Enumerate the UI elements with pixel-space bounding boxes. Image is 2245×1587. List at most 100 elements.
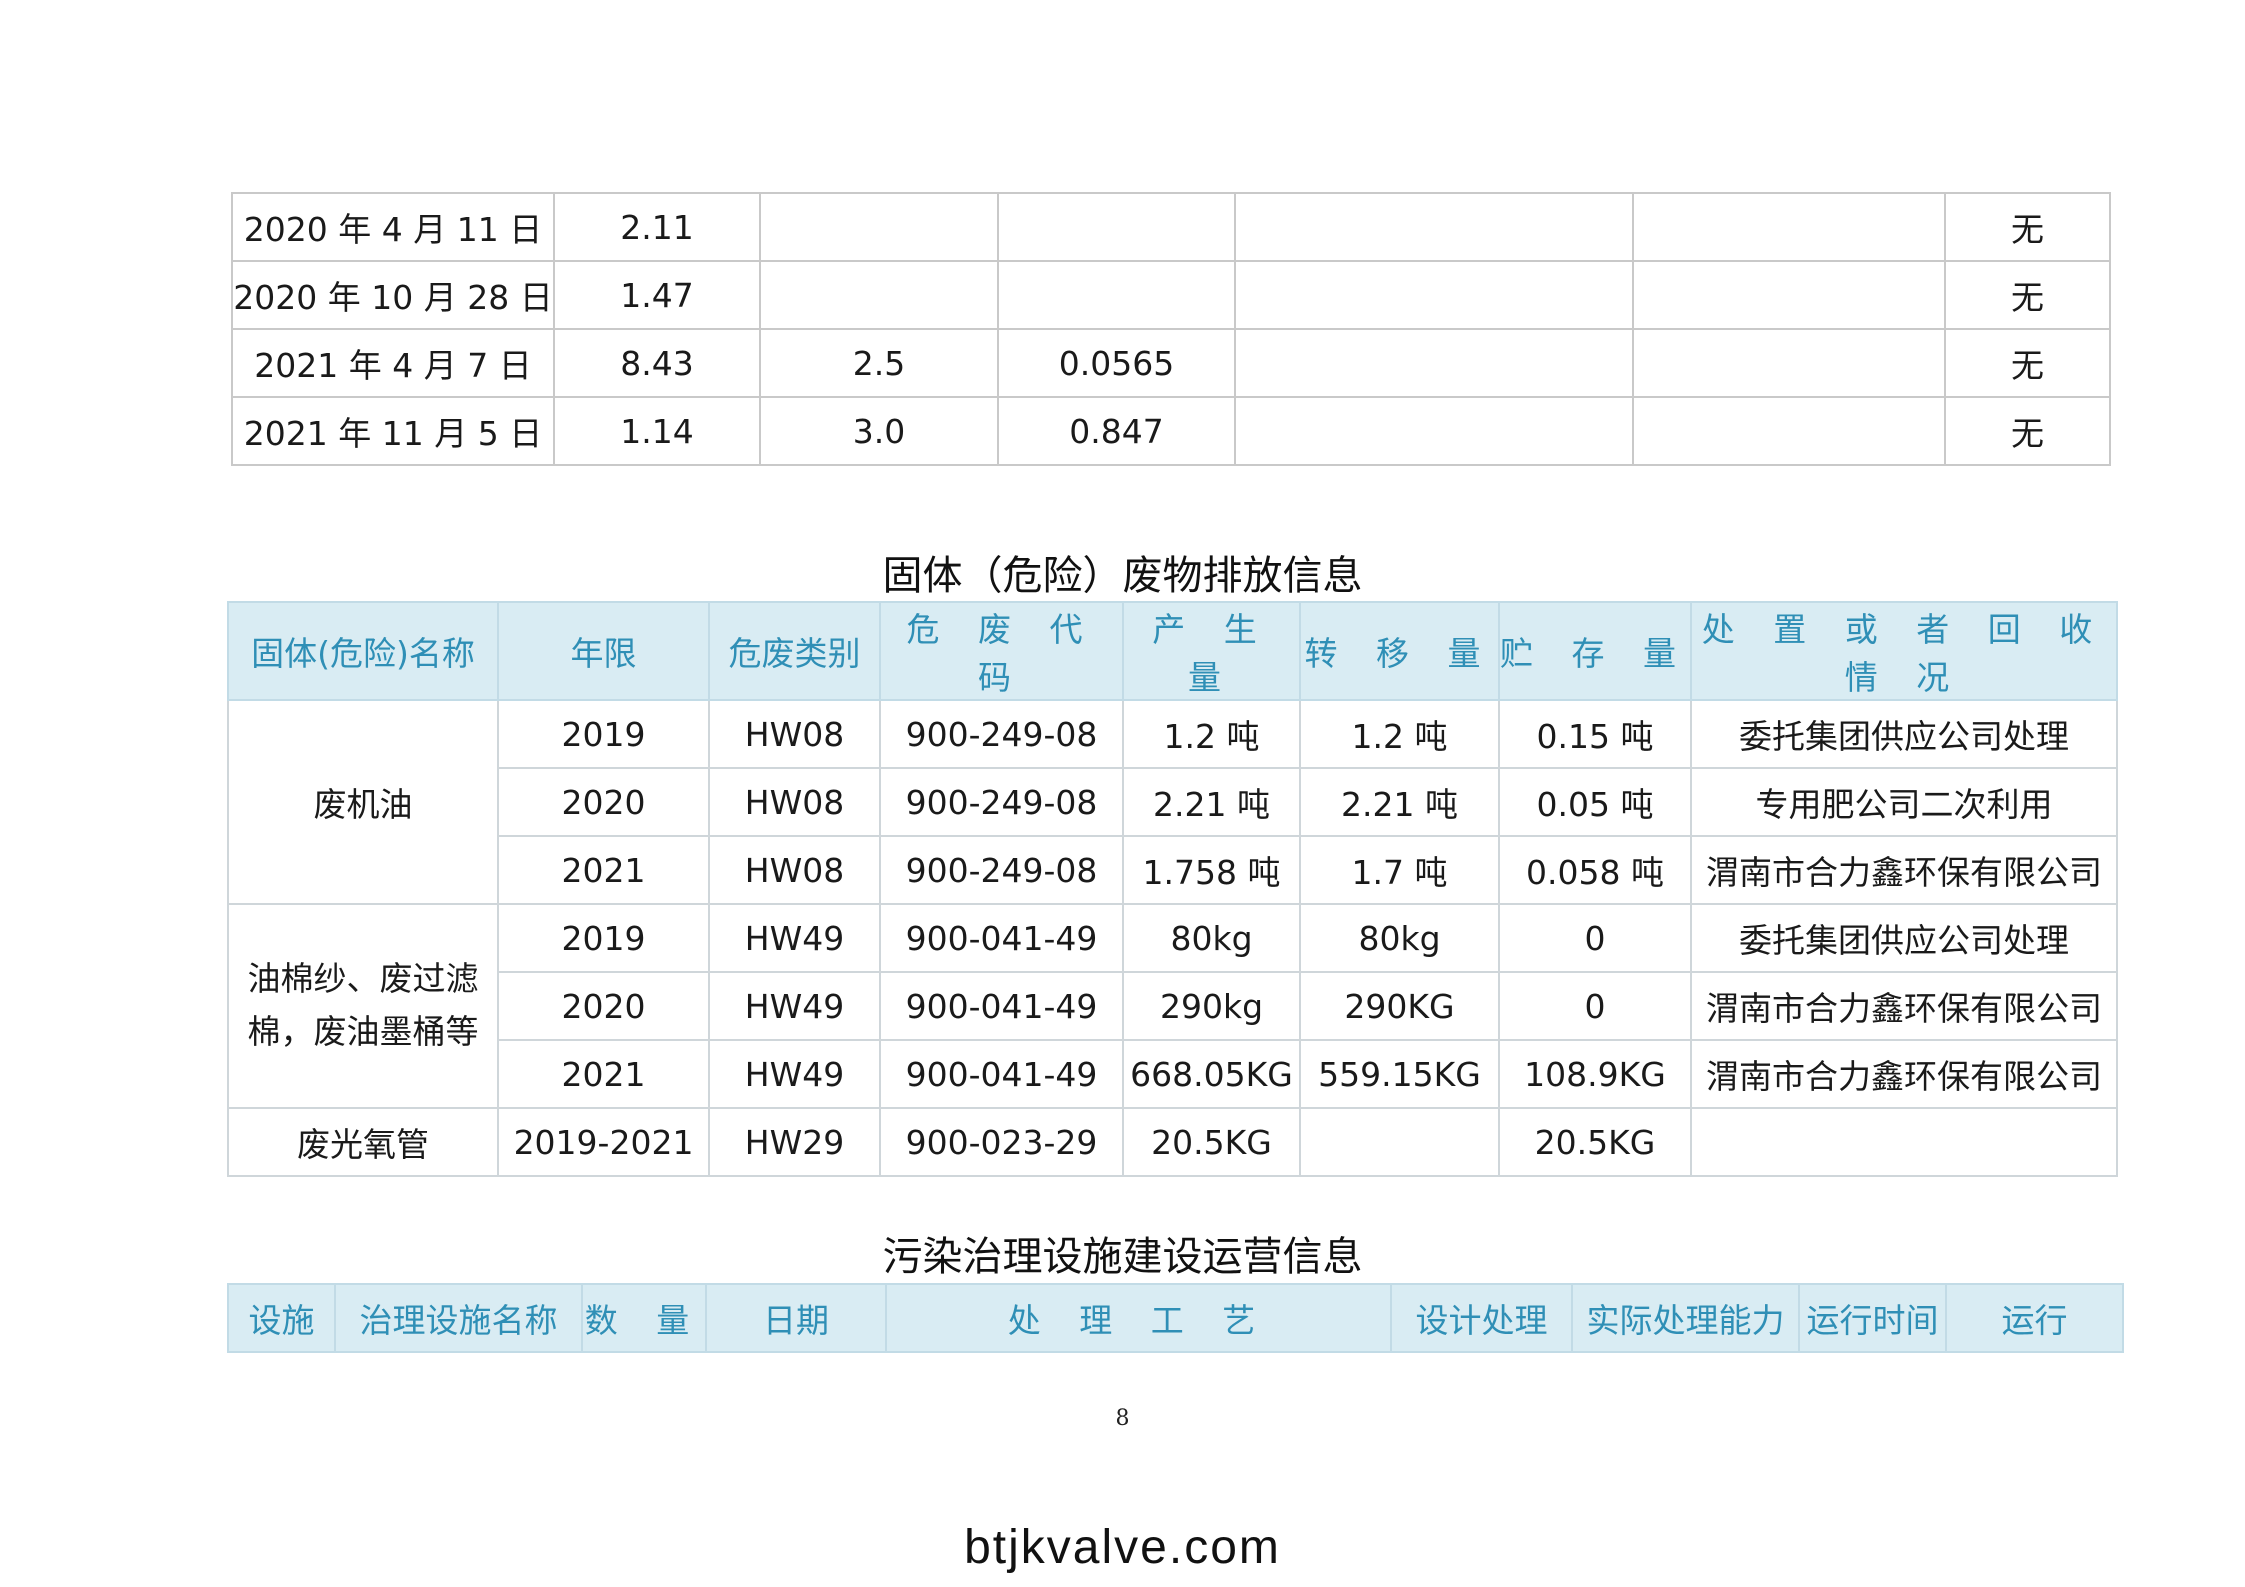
table-cell: HW08 — [708, 835, 881, 905]
waste-name-cell: 废机油 — [227, 699, 499, 905]
table-row: 2020 HW08 900-249-08 2.21 吨 2.21 吨 0.05 … — [228, 767, 2118, 837]
column-header: 产 生 量 — [1122, 601, 1301, 701]
table-cell: 0.15 吨 — [1498, 699, 1692, 769]
table-cell: 2.21 吨 — [1299, 767, 1500, 837]
column-header: 处 理 工 艺 — [885, 1283, 1392, 1353]
table-cell: 290KG — [1299, 971, 1500, 1041]
section-title-solid-waste: 固体（危险）废物排放信息 — [882, 553, 1363, 599]
table-cell: 8.43 — [553, 328, 761, 398]
table-cell: 2019-2021 — [497, 1107, 710, 1177]
column-header: 设施 — [227, 1283, 336, 1353]
table-cell: HW08 — [708, 767, 881, 837]
table-cell: 900-249-08 — [879, 699, 1124, 769]
table-cell: 2.11 — [553, 192, 761, 262]
table-cell: 290kg — [1122, 971, 1301, 1041]
table-row: 废光氧管 2019-2021 HW29 900-023-29 20.5KG 20… — [227, 1107, 2118, 1177]
table-cell: 1.7 吨 — [1299, 835, 1500, 905]
waste-name-line: 棉，废油墨桶等 — [247, 1012, 479, 1051]
column-header: 转 移 量 — [1299, 601, 1500, 701]
column-header: 数 量 — [581, 1283, 707, 1353]
table-cell — [997, 192, 1236, 262]
table-cell — [1632, 328, 1946, 398]
table-row: 2020 年 10 月 28 日 1.47 无 — [231, 260, 2111, 330]
column-header: 固体(危险)名称 — [227, 601, 499, 701]
table-cell: 渭南市合力鑫环保有限公司 — [1690, 1039, 2118, 1109]
table-cell: 900-249-08 — [879, 767, 1124, 837]
table-row: 2020 HW49 900-041-49 290kg 290KG 0 渭南市合力… — [228, 971, 2118, 1041]
table-cell: HW49 — [708, 1039, 881, 1109]
table-cell: 无 — [1944, 396, 2111, 466]
table-cell: 委托集团供应公司处理 — [1690, 699, 2118, 769]
table-cell: 无 — [1944, 260, 2111, 330]
column-header: 贮 存 量 — [1498, 601, 1692, 701]
table-cell: 0.05 吨 — [1498, 767, 1692, 837]
column-header: 年限 — [497, 601, 710, 701]
table-cell — [1690, 1107, 2118, 1177]
table-cell — [1632, 396, 1946, 466]
section-title-pollution-facilities: 污染治理设施建设运营信息 — [882, 1234, 1363, 1280]
table-cell: 1.14 — [553, 396, 761, 466]
solid-waste-table: 固体(危险)名称 年限 危废类别 危 废 代 码 产 生 量 转 移 量 贮 存… — [227, 601, 2118, 1177]
table-cell — [759, 260, 999, 330]
table-cell — [1234, 260, 1634, 330]
table-cell: 2021 年 4 月 7 日 — [231, 328, 555, 398]
table-cell: 0 — [1498, 903, 1692, 973]
table-cell: 80kg — [1299, 903, 1500, 973]
table-row: 2021 年 4 月 7 日 8.43 2.5 0.0565 无 — [231, 328, 2111, 398]
emission-table-continuation: 2020 年 4 月 11 日 2.11 无 2020 年 10 月 28 日 … — [231, 192, 2111, 466]
table-cell: 无 — [1944, 328, 2111, 398]
table-cell: 2021 — [497, 1039, 710, 1109]
column-header: 运行时间 — [1798, 1283, 1947, 1353]
table-cell: 668.05KG — [1122, 1039, 1301, 1109]
table-cell: 900-023-29 — [879, 1107, 1124, 1177]
table-header-row: 设施 治理设施名称 数 量 日期 处 理 工 艺 设计处理 实际处理能力 运行时… — [227, 1283, 2124, 1353]
table-cell: 900-041-49 — [879, 971, 1124, 1041]
table-cell: 900-041-49 — [879, 903, 1124, 973]
table-cell: 559.15KG — [1299, 1039, 1500, 1109]
page-number: 8 — [1115, 1406, 1130, 1431]
table-cell: 108.9KG — [1498, 1039, 1692, 1109]
table-cell: HW49 — [708, 971, 881, 1041]
table-cell: 2020 年 4 月 11 日 — [231, 192, 555, 262]
table-cell: 1.2 吨 — [1299, 699, 1500, 769]
table-cell — [1234, 192, 1634, 262]
table-row: 2021 HW49 900-041-49 668.05KG 559.15KG 1… — [228, 1039, 2118, 1109]
pollution-facility-table: 设施 治理设施名称 数 量 日期 处 理 工 艺 设计处理 实际处理能力 运行时… — [227, 1283, 2124, 1353]
table-cell: 1.47 — [553, 260, 761, 330]
table-row: 2020 年 4 月 11 日 2.11 无 — [231, 192, 2111, 262]
table-cell — [1234, 328, 1634, 398]
table-cell: 900-041-49 — [879, 1039, 1124, 1109]
table-cell: 0.847 — [997, 396, 1236, 466]
table-cell — [759, 192, 999, 262]
table-cell: 0.0565 — [997, 328, 1236, 398]
table-cell: 2021 年 11 月 5 日 — [231, 396, 555, 466]
table-cell: 2020 — [497, 767, 710, 837]
table-cell: HW49 — [708, 903, 881, 973]
table-cell — [1632, 192, 1946, 262]
table-cell: 无 — [1944, 192, 2111, 262]
table-cell — [1632, 260, 1946, 330]
column-header: 危 废 代 码 — [879, 601, 1124, 701]
table-cell: 2.5 — [759, 328, 999, 398]
table-cell: 0 — [1498, 971, 1692, 1041]
watermark-text: btjkvalve.com — [964, 1521, 1281, 1574]
table-cell: 1.2 吨 — [1122, 699, 1301, 769]
table-cell: 2019 — [497, 903, 710, 973]
table-cell: 3.0 — [759, 396, 999, 466]
column-header: 实际处理能力 — [1571, 1283, 1800, 1353]
waste-name-line: 油棉纱、废过滤 — [247, 959, 479, 999]
table-cell: 渭南市合力鑫环保有限公司 — [1690, 971, 2118, 1041]
table-cell: 2020 年 10 月 28 日 — [231, 260, 555, 330]
table-cell: 2021 — [497, 835, 710, 905]
column-header: 设计处理 — [1390, 1283, 1573, 1353]
column-header: 运行 — [1945, 1283, 2124, 1353]
column-header: 处 置 或 者 回 收 情 况 — [1690, 601, 2118, 701]
table-row: 油棉纱、废过滤 棉，废油墨桶等 2019 HW49 900-041-49 80k… — [227, 903, 2118, 1109]
table-cell: HW29 — [708, 1107, 881, 1177]
table-cell: 900-249-08 — [879, 835, 1124, 905]
table-cell: 1.758 吨 — [1122, 835, 1301, 905]
table-row: 2021 HW08 900-249-08 1.758 吨 1.7 吨 0.058… — [228, 835, 2118, 905]
table-cell: HW08 — [708, 699, 881, 769]
column-header: 危废类别 — [708, 601, 881, 701]
table-cell: 2.21 吨 — [1122, 767, 1301, 837]
